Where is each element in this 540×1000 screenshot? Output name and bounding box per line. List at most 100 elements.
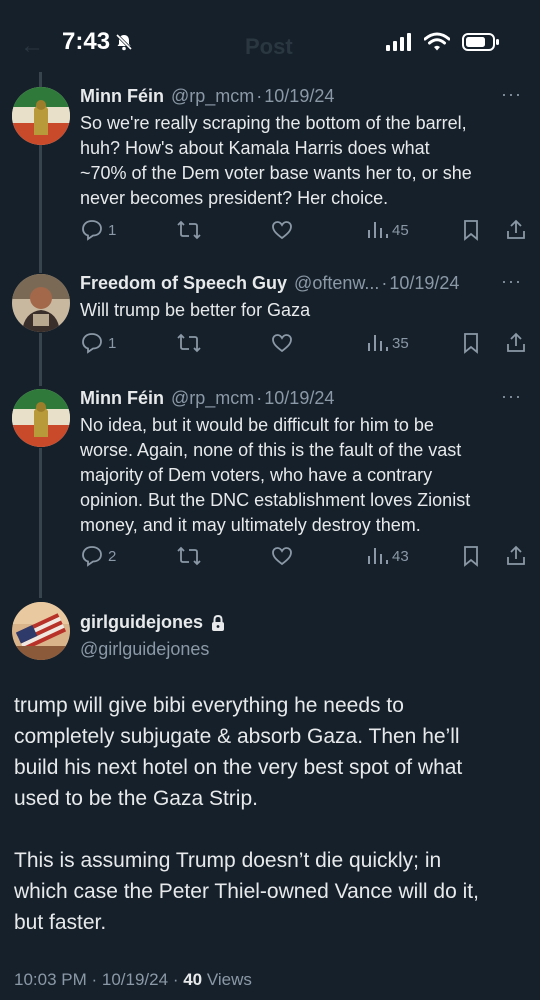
avatar[interactable]	[12, 389, 70, 447]
lock-icon	[212, 614, 225, 631]
main-post-paragraph: This is assuming Trump doesn’t die quick…	[14, 845, 524, 938]
tweet-text-line: opinion. But the DNC establishment loves…	[80, 490, 471, 510]
battery-icon	[462, 32, 500, 52]
post-time[interactable]: 10:03 PM	[14, 970, 87, 989]
thread-line	[39, 145, 42, 273]
bookmark-button[interactable]	[460, 218, 482, 242]
wifi-icon	[424, 32, 450, 52]
main-handle[interactable]: @girlguidejones	[80, 639, 225, 660]
reply-icon	[82, 546, 102, 567]
tweet-date[interactable]: 10/19/24	[264, 388, 334, 409]
share-icon	[507, 545, 525, 565]
main-post-line: completely subjugate & absorb Gaza. Then…	[14, 725, 460, 748]
thread-line	[39, 72, 42, 88]
main-post-line: build his next hotel on the very best sp…	[14, 756, 463, 779]
separator-dot: ·	[172, 970, 184, 989]
tweet-text-line: No idea, but it would be difficult for h…	[80, 415, 434, 435]
heart-icon	[272, 221, 292, 240]
share-button[interactable]	[505, 331, 527, 355]
main-post-text: trump will give bibi everything he needs…	[14, 690, 524, 969]
tweet-text-line: money, and it may ultimately destroy the…	[80, 515, 421, 535]
bookmark-icon	[464, 220, 478, 241]
views-button[interactable]: 45	[366, 218, 409, 242]
main-post-line: but faster.	[14, 911, 107, 934]
reply-icon	[82, 333, 102, 354]
main-post-paragraph: trump will give bibi everything he needs…	[14, 690, 524, 814]
retweet-button[interactable]	[176, 331, 202, 355]
display-name[interactable]: Freedom of Speech Guy	[80, 273, 287, 294]
tweet-text: No idea, but it would be difficult for h…	[80, 413, 520, 538]
view-count: 43	[392, 547, 409, 565]
display-name[interactable]: Minn Féin	[80, 388, 164, 409]
tweet-actions: 1 35	[80, 331, 530, 355]
more-options-icon[interactable]: ···	[501, 84, 522, 105]
cellular-signal-icon	[386, 33, 412, 51]
bookmark-icon	[464, 333, 478, 354]
tweet-text-line: worse. Again, none of this is the fault …	[80, 440, 462, 460]
share-button[interactable]	[505, 544, 527, 568]
view-count: 45	[392, 221, 409, 239]
post-meta: 10:03 PM · 10/19/24 · 40 Views	[14, 970, 252, 990]
reply-button[interactable]: 1	[80, 218, 116, 242]
like-button[interactable]	[270, 544, 294, 568]
reply-icon	[82, 220, 102, 241]
tweet-header: Freedom of Speech Guy @oftenw... · 10/19…	[80, 273, 459, 294]
separator-dot: ·	[256, 86, 263, 106]
tweet-date[interactable]: 10/19/24	[389, 273, 459, 294]
reply-count: 1	[108, 221, 117, 239]
main-post-line: used to be the Gaza Strip.	[14, 787, 258, 810]
tweet-text-line: Will trump be better for Gaza	[80, 300, 311, 320]
thread-line	[39, 333, 42, 386]
main-display-name[interactable]: girlguidejones	[80, 612, 203, 633]
post-views-label: Views	[206, 970, 252, 989]
main-post-line: which case the Peter Thiel-owned Vance w…	[14, 880, 479, 903]
main-post-line: trump will give bibi everything he needs…	[14, 694, 404, 717]
tweet-actions: 2 43	[80, 544, 530, 568]
share-button[interactable]	[505, 218, 527, 242]
handle[interactable]: @rp_mcm	[171, 86, 254, 107]
main-post-line: This is assuming Trump doesn’t die quick…	[14, 849, 442, 872]
display-name[interactable]: Minn Féin	[80, 86, 164, 107]
analytics-icon	[368, 222, 388, 238]
tweet-text: So we're really scraping the bottom of t…	[80, 111, 520, 211]
main-avatar[interactable]	[12, 602, 70, 660]
tweet-date[interactable]: 10/19/24	[264, 86, 334, 107]
reply-count: 2	[108, 547, 117, 565]
separator-dot: ·	[256, 388, 263, 408]
like-button[interactable]	[270, 218, 294, 242]
separator-dot: ·	[91, 970, 102, 989]
tweet-text: Will trump be better for Gaza	[80, 298, 520, 323]
tweet-text-line: huh? How's about Kamala Harris does what	[80, 138, 430, 158]
avatar[interactable]	[12, 274, 70, 332]
reply-count: 1	[108, 334, 117, 352]
retweet-icon	[177, 333, 201, 353]
more-options-icon[interactable]: ···	[501, 271, 522, 292]
share-icon	[507, 332, 525, 352]
handle[interactable]: @rp_mcm	[171, 388, 254, 409]
retweet-button[interactable]	[176, 544, 202, 568]
like-button[interactable]	[270, 331, 294, 355]
views-button[interactable]: 35	[366, 331, 409, 355]
separator-dot: ·	[381, 273, 388, 293]
views-button[interactable]: 43	[366, 544, 409, 568]
view-count: 35	[392, 334, 409, 352]
silent-bell-icon	[114, 32, 134, 52]
post-date[interactable]: 10/19/24	[102, 970, 168, 989]
tweet-text-line: majority of Dem voters, who have a contr…	[80, 465, 433, 485]
back-arrow-icon[interactable]: ←	[20, 32, 44, 60]
heart-icon	[272, 334, 292, 353]
bookmark-button[interactable]	[460, 544, 482, 568]
avatar[interactable]	[12, 87, 70, 145]
tweet-text-line: never becomes president? Her choice.	[80, 188, 389, 208]
bookmark-button[interactable]	[460, 331, 482, 355]
reply-button[interactable]: 2	[80, 544, 116, 568]
more-options-icon[interactable]: ···	[501, 386, 522, 407]
tweet-text-line: So we're really scraping the bottom of t…	[80, 113, 467, 133]
retweet-button[interactable]	[176, 218, 202, 242]
analytics-icon	[368, 548, 388, 564]
handle[interactable]: @oftenw...	[294, 273, 379, 294]
retweet-icon	[177, 546, 201, 566]
bookmark-icon	[464, 546, 478, 567]
reply-button[interactable]: 1	[80, 331, 116, 355]
page-title: Post	[245, 34, 293, 59]
